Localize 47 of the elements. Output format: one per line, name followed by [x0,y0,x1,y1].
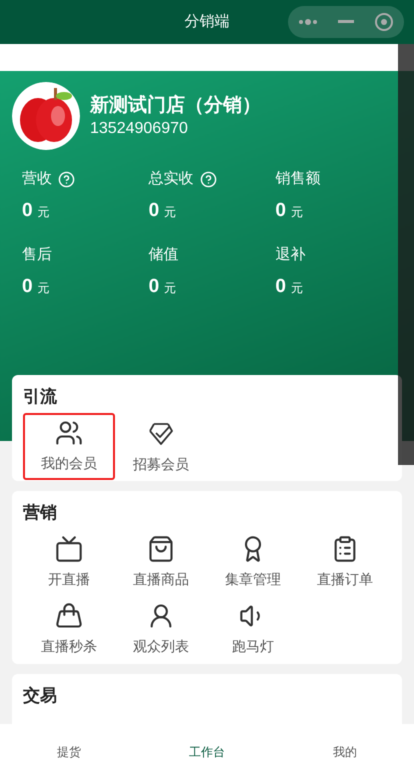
stat-value: 0 [148,198,160,222]
tab[interactable]: 提货 [57,743,81,761]
menu-item[interactable]: 开直播 [23,529,115,596]
stat-unit: 元 [38,204,50,220]
menu-item[interactable]: 招募会员 [115,413,207,480]
help-icon[interactable] [58,170,75,188]
bag-icon [55,602,83,630]
shopping-bag-icon [147,535,175,563]
menu-item[interactable]: 跑马灯 [207,596,299,663]
menu-item[interactable]: 直播订单 [299,529,391,596]
phone-number: 13524906970 [90,119,189,139]
stat-label: 总实收 [148,169,194,189]
stat-label: 退补 [275,245,306,265]
stat-value: 0 [22,198,33,222]
minimize-icon[interactable] [338,20,354,24]
users-icon [55,419,83,447]
menu-item[interactable]: 直播秒杀 [23,596,115,663]
section-title: 引流 [23,386,58,408]
tab[interactable]: 我的 [333,743,357,761]
menu-item[interactable]: 集章管理 [207,529,299,596]
section-title: 营销 [23,502,58,524]
stat-label: 营收 [22,169,52,189]
help-icon[interactable] [200,170,217,188]
stat-unit: 元 [164,280,176,296]
stat-value: 0 [275,198,286,222]
stat-label: 售后 [22,245,52,265]
stat-label: 储值 [148,245,179,265]
stat-unit: 元 [164,204,176,220]
stat-label: 销售额 [275,169,320,189]
more-icon[interactable] [298,19,318,25]
section-title: 交易 [23,685,58,707]
menu-item[interactable]: 直播商品 [115,529,207,596]
menu-item[interactable]: 我的会员 [23,413,115,480]
menu-item[interactable]: 观众列表 [115,596,207,663]
capsule-menu[interactable] [288,6,404,38]
tab[interactable]: 工作台 [189,743,225,761]
stat-value: 0 [275,274,286,298]
stat-value: 0 [22,274,33,298]
stat-unit: 元 [38,280,50,296]
window-title: 分销端 [184,12,230,32]
stat-unit: 元 [290,280,303,296]
close-icon[interactable] [374,12,394,32]
tv-icon [55,535,83,563]
stat-value: 0 [148,274,160,298]
store-name: 新测试门店（分销） [90,94,261,118]
stat-unit: 元 [290,204,303,220]
scrollbar[interactable] [398,44,414,465]
